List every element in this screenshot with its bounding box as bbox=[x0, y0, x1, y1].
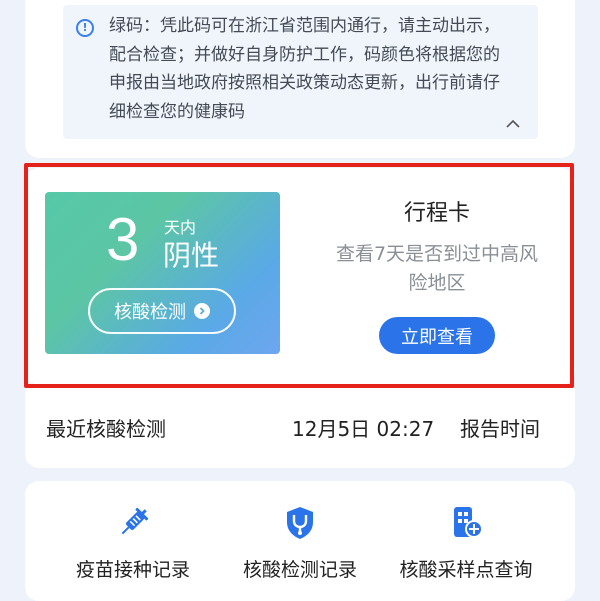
notice-text: 绿码：凭此码可在浙江省范围内通行，请主动出示，配合检查；并做好自身防护工作，码颜… bbox=[109, 16, 500, 122]
service-sampling-point-query[interactable]: 核酸采样点查询 bbox=[396, 505, 536, 582]
service-vaccine-record[interactable]: 疫苗接种记录 bbox=[63, 505, 203, 582]
highlight-box bbox=[24, 163, 574, 388]
service-label: 核酸检测记录 bbox=[242, 559, 357, 581]
service-label: 疫苗接种记录 bbox=[75, 559, 190, 581]
stethoscope-shield-icon bbox=[287, 507, 313, 539]
recent-test-time: 12月5日 02:27 bbox=[292, 417, 435, 441]
hospital-location-icon bbox=[454, 507, 483, 538]
service-label: 核酸采样点查询 bbox=[399, 559, 533, 581]
service-nucleic-test-record[interactable]: 核酸检测记录 bbox=[230, 505, 370, 582]
report-time-label: 报告时间 bbox=[460, 417, 540, 441]
info-icon: ! bbox=[76, 19, 94, 37]
chevron-up-icon[interactable] bbox=[505, 116, 521, 132]
syringe-icon bbox=[121, 507, 149, 535]
recent-test-label: 最近核酸检测 bbox=[46, 417, 166, 441]
